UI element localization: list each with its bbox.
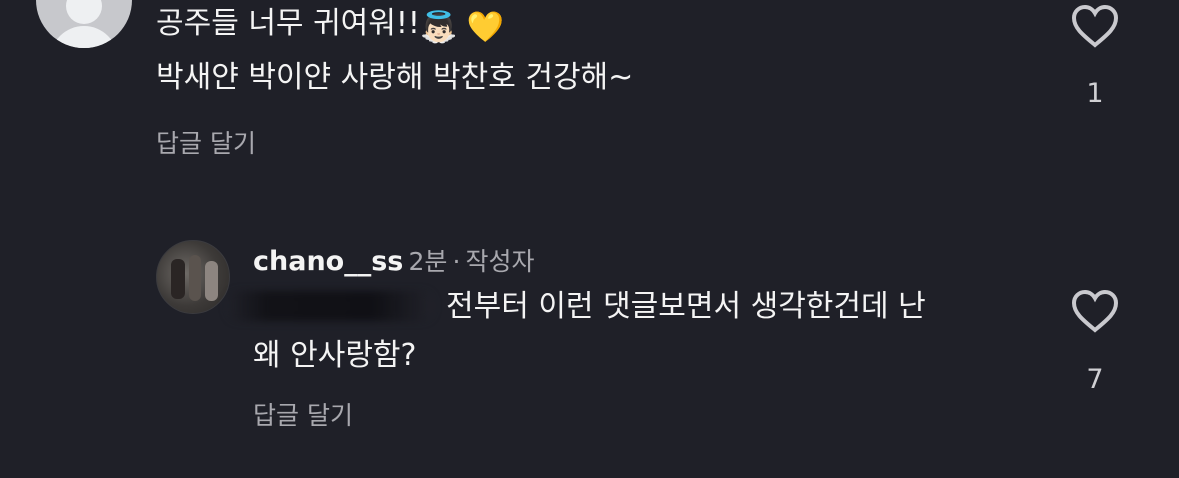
- like-count: 7: [1086, 364, 1104, 395]
- comment-text-line-2: 박새얀 박이얀 사랑해 박찬호 건강해~: [156, 60, 634, 95]
- avatar-photo-detail: [189, 255, 201, 301]
- like-count: 1: [1086, 78, 1104, 109]
- separator: ·: [452, 247, 461, 276]
- comment-text-line-1: 공주들 너무 귀여워!!👼🏻 💛: [156, 2, 504, 50]
- angel-emoji: 👼🏻: [419, 10, 458, 45]
- reply-button[interactable]: 답글 달기: [253, 396, 353, 432]
- timestamp: 2분: [408, 247, 448, 276]
- heart-icon[interactable]: [1071, 4, 1119, 48]
- reply-button[interactable]: 답글 달기: [156, 124, 256, 160]
- heart-icon[interactable]: [1071, 289, 1119, 333]
- reply-header: chano__ss 2분 · 작성자: [253, 242, 535, 278]
- avatar[interactable]: [156, 240, 230, 314]
- redacted-mention: [226, 291, 434, 321]
- comment-text-line-1: 전부터 이런 댓글보면서 생각한건데 난: [446, 289, 926, 324]
- avatar-photo-detail: [205, 261, 218, 301]
- author-badge: 작성자: [465, 247, 535, 276]
- avatar-shoulders: [50, 26, 118, 48]
- yellow-heart-emoji: 💛: [466, 10, 505, 45]
- username[interactable]: chano__ss: [253, 246, 403, 277]
- avatar-head: [66, 0, 102, 24]
- avatar[interactable]: [36, 0, 132, 48]
- avatar-photo-detail: [171, 259, 185, 299]
- comment-text-line-2: 왜 안사랑함?: [253, 338, 417, 373]
- comment-text: 공주들 너무 귀여워!!: [156, 6, 420, 41]
